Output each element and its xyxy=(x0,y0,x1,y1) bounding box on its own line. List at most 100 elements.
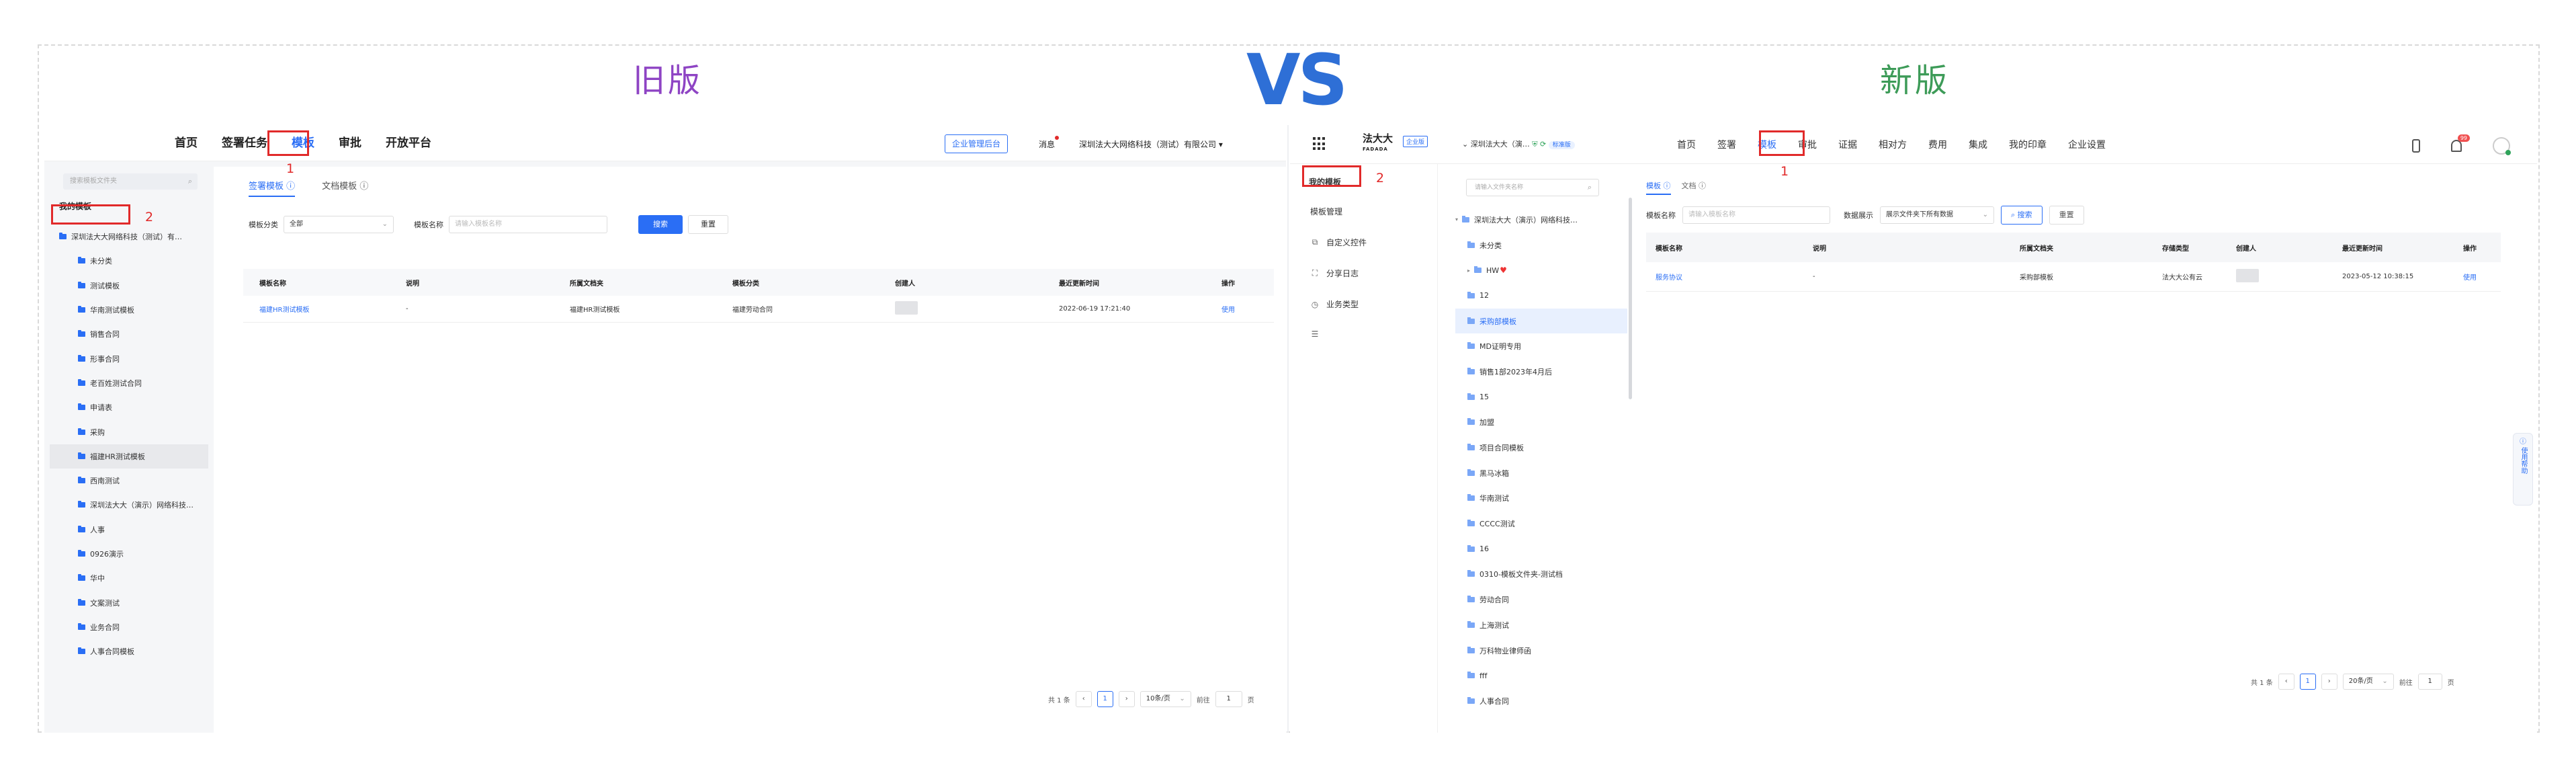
tree-folder-selected[interactable]: 采购部模板 xyxy=(1455,308,1627,334)
goto-page-input[interactable]: 1 xyxy=(1215,691,1242,707)
nav-evidence[interactable]: 证据 xyxy=(1828,138,1868,151)
tree-folder[interactable]: 申请表 xyxy=(59,395,208,419)
menu-business-type[interactable]: ◷ 业务类型 xyxy=(1310,298,1359,310)
tree-folder[interactable]: 劳动合同 xyxy=(1455,587,1627,612)
new-folder-search-input[interactable]: 请输入文件夹名称 ⌕ xyxy=(1466,179,1599,196)
tree-folder[interactable]: 未分类 xyxy=(59,249,208,273)
search-button[interactable]: 搜索 xyxy=(638,215,683,234)
page-button[interactable]: 1 xyxy=(2299,674,2316,690)
folder-label: 采购部模板 xyxy=(1479,317,1516,326)
page-button[interactable]: 1 xyxy=(1097,691,1113,707)
company-switcher[interactable]: 深圳法大大网络科技（测试）有限公司 ▾ xyxy=(1079,138,1223,150)
tree-folder[interactable]: MD证明专用 xyxy=(1455,333,1627,359)
tree-folder[interactable]: 15 xyxy=(1455,385,1627,410)
template-name-link[interactable]: 福建HR测试模板 xyxy=(243,304,390,314)
template-name-link[interactable]: 服务协议 xyxy=(1646,272,1803,282)
prev-page-button[interactable]: ‹ xyxy=(2278,674,2294,690)
old-nav-home[interactable]: 首页 xyxy=(163,125,210,161)
nav-sign[interactable]: 签署 xyxy=(1707,138,1747,151)
tree-scrollbar[interactable] xyxy=(1629,198,1632,399)
tree-folder[interactable]: 人事合同模板 xyxy=(59,639,208,663)
menu-share-log[interactable]: ⛶ 分享日志 xyxy=(1310,268,1359,279)
app-grid-icon[interactable] xyxy=(1313,137,1326,151)
old-folder-search-input[interactable]: 搜索模板文件夹 ⌕ xyxy=(63,173,198,190)
nav-my-seals[interactable]: 我的印章 xyxy=(1998,138,2057,151)
nav-counterparty[interactable]: 相对方 xyxy=(1868,138,1918,151)
folder-label: 华中 xyxy=(90,574,105,583)
tree-folder[interactable]: 上海测试 xyxy=(1455,612,1627,638)
tree-folder[interactable]: 黑马冰箱 xyxy=(1455,460,1627,486)
tree-folder[interactable]: 文案测试 xyxy=(59,590,208,614)
tab-documents[interactable]: 文档 ⓘ xyxy=(1682,180,1707,195)
tab-sign-templates[interactable]: 签署模板 ⓘ xyxy=(249,179,296,197)
tree-folder[interactable]: 老百姓测试合同 xyxy=(59,371,208,395)
tree-folder[interactable]: 16 xyxy=(1455,536,1627,562)
bell-icon[interactable]: 99 xyxy=(2451,134,2470,152)
folder-icon xyxy=(1467,469,1475,476)
tree-folder[interactable]: 深圳法大大网络科技（测试）有… xyxy=(59,225,208,249)
old-filter-bar: 模板分类 全部 ⌄ 模板名称 请输入模板名称 搜索 重置 xyxy=(249,215,728,234)
org-switcher[interactable]: ⌄ 深圳法大大（演… ⛨ ⟳ 标准版 xyxy=(1462,138,1575,149)
old-nav-open-platform[interactable]: 开放平台 xyxy=(374,125,443,161)
tree-folder[interactable]: ▸ HW ♥ xyxy=(1455,257,1627,283)
reset-button[interactable]: 重置 xyxy=(688,215,728,234)
menu-custom-controls[interactable]: ⧉ 自定义控件 xyxy=(1310,237,1367,248)
new-template-tabs: 模板 ⓘ 文档 ⓘ xyxy=(1646,180,1706,195)
template-name-input[interactable]: 请输入模板名称 xyxy=(449,216,607,233)
tree-folder[interactable]: fff xyxy=(1455,663,1627,688)
new-folder-tree: ▾ 深圳法大大（演示）网络科技… 未分类 ▸ HW ♥ 12 采购部模板 MD证明专用… xyxy=(1455,207,1627,714)
tree-root-folder[interactable]: ▾ 深圳法大大（演示）网络科技… xyxy=(1455,207,1627,233)
nav-fees[interactable]: 费用 xyxy=(1918,138,1958,151)
tree-folder[interactable]: 销售1部2023年4月后 xyxy=(1455,359,1627,385)
tree-folder[interactable]: 采购 xyxy=(59,419,208,444)
reset-button[interactable]: 重置 xyxy=(2049,206,2084,225)
tree-folder[interactable]: 深圳法大大（演示）网络科技… xyxy=(59,493,208,517)
tree-folder[interactable]: 12 xyxy=(1455,283,1627,309)
tree-folder[interactable]: 加盟 xyxy=(1455,410,1627,436)
tree-folder[interactable]: 测试模板 xyxy=(59,274,208,298)
messages-link[interactable]: 消息 xyxy=(1039,136,1060,150)
col-header: 创建人 xyxy=(2236,245,2256,253)
tree-folder[interactable]: 万科物业律师函 xyxy=(1455,638,1627,663)
tree-folder[interactable]: 0926演示 xyxy=(59,542,208,566)
tree-folder[interactable]: 华南测试模板 xyxy=(59,298,208,322)
tree-folder[interactable]: 华南测试 xyxy=(1455,486,1627,512)
use-template-link[interactable]: 使用 xyxy=(1205,304,1274,314)
nav-integration[interactable]: 集成 xyxy=(1958,138,1998,151)
page-size-value: 10条/页 xyxy=(1146,695,1170,702)
mobile-icon[interactable] xyxy=(2412,139,2420,153)
user-avatar-icon[interactable] xyxy=(2493,137,2511,155)
prev-page-button[interactable]: ‹ xyxy=(1075,691,1092,707)
tree-folder-selected[interactable]: 福建HR测试模板 xyxy=(50,444,208,469)
tree-folder[interactable]: 未分类 xyxy=(1455,233,1627,258)
tree-folder[interactable]: 业务合同 xyxy=(59,615,208,639)
next-page-button[interactable]: › xyxy=(2321,674,2337,690)
creator-avatar xyxy=(895,301,918,315)
template-name-input[interactable]: 请输入模板名称 xyxy=(1682,206,1830,224)
help-float-button[interactable]: ⓘ 使用帮助 xyxy=(2513,433,2533,506)
scope-select[interactable]: 展示文件夹下所有数据 ⌄ xyxy=(1880,206,1994,224)
tree-folder[interactable]: 西南测试 xyxy=(59,469,208,493)
nav-enterprise-settings[interactable]: 企业设置 xyxy=(2057,138,2116,151)
menu-template-management[interactable]: 模板管理 xyxy=(1310,206,1342,217)
tree-folder[interactable]: 项目合同模板 xyxy=(1455,435,1627,460)
search-button[interactable]: ⌕ 搜索 xyxy=(2001,206,2043,225)
next-page-button[interactable]: › xyxy=(1118,691,1135,707)
tree-folder[interactable]: 0310-模板文件夹-测试档 xyxy=(1455,562,1627,588)
corp-admin-button[interactable]: 企业管理后台 xyxy=(945,134,1008,153)
tree-folder[interactable]: CCCC测试 xyxy=(1455,511,1627,536)
page-size-select[interactable]: 10条/页 ⌄ xyxy=(1140,691,1191,707)
tree-folder[interactable]: 形事合同 xyxy=(59,346,208,370)
nav-home[interactable]: 首页 xyxy=(1666,138,1707,151)
old-nav-approval[interactable]: 审批 xyxy=(327,125,374,161)
category-select[interactable]: 全部 ⌄ xyxy=(284,216,394,233)
tab-templates[interactable]: 模板 ⓘ xyxy=(1646,180,1671,195)
tree-folder[interactable]: 销售合同 xyxy=(59,322,208,346)
tree-folder[interactable]: 华中 xyxy=(59,566,208,590)
tree-folder[interactable]: 人事 xyxy=(59,518,208,542)
tree-folder[interactable]: 人事合同 xyxy=(1455,688,1627,714)
use-template-link[interactable]: 使用 xyxy=(2454,272,2501,282)
goto-page-input[interactable]: 1 xyxy=(2417,674,2442,690)
tab-doc-templates[interactable]: 文档模板 ⓘ xyxy=(322,179,368,197)
page-size-select[interactable]: 20条/页 ⌄ xyxy=(2342,674,2394,690)
